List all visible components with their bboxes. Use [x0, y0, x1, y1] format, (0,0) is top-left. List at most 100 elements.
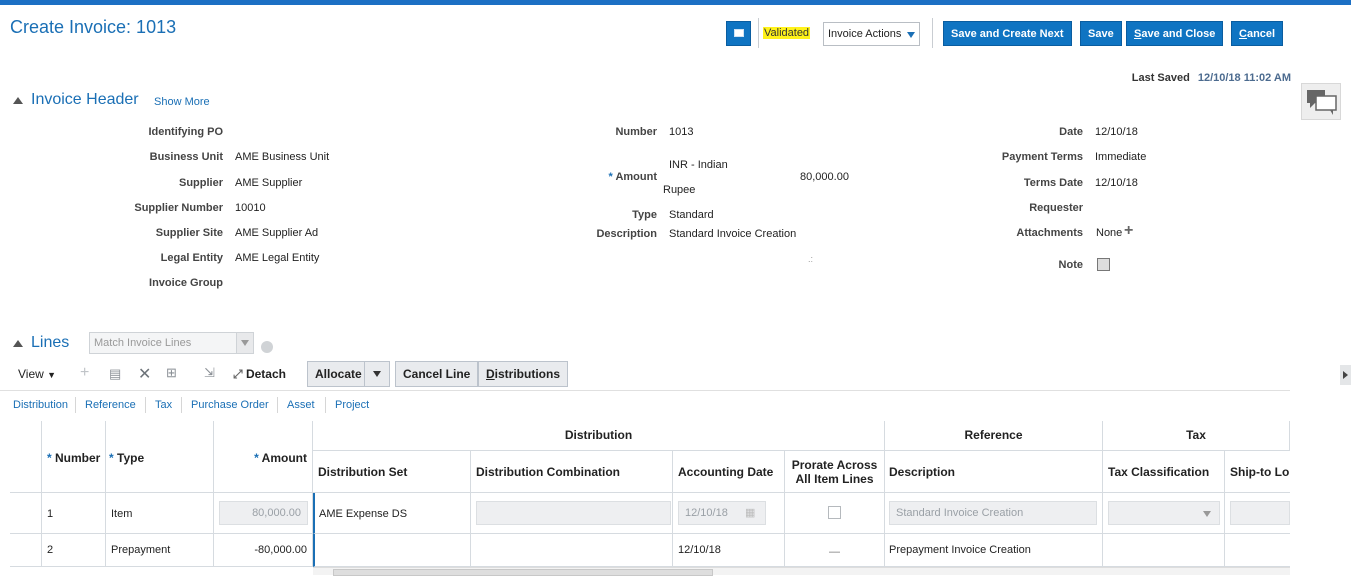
ship-to-input[interactable] [1230, 501, 1290, 525]
col-tax-classification-header[interactable]: Tax Classification [1103, 451, 1225, 493]
panel-icon [734, 29, 744, 37]
add-row-icon[interactable]: + [80, 364, 89, 382]
view-menu[interactable]: View ▼ [18, 367, 56, 381]
label-invoice-group: Invoice Group [149, 277, 223, 289]
col-prorate-label-1: Prorate Across [791, 458, 878, 472]
cell-tax-classification [1103, 534, 1225, 567]
go-icon[interactable] [261, 341, 273, 353]
tab-reference[interactable]: Reference [85, 399, 136, 411]
label-supplier-number: Supplier Number [134, 202, 223, 214]
col-number-header[interactable]: * Number [42, 421, 106, 493]
label-number: Number [615, 126, 657, 138]
collapse-header-icon[interactable] [13, 97, 23, 104]
cell-description: Prepayment Invoice Creation [885, 534, 1103, 567]
distributions-button[interactable]: Distributions [478, 361, 569, 387]
tax-classification-select[interactable] [1108, 501, 1220, 525]
top-accent-bar [0, 0, 1351, 5]
save-and-close-button[interactable]: Save and Close [1126, 21, 1224, 46]
value-supplier-site: AME Supplier Ad [235, 227, 319, 239]
description-input[interactable]: Standard Invoice Creation [889, 501, 1097, 525]
last-saved-value: 12/10/18 11:02 AM [1197, 72, 1291, 84]
cell-description: Standard Invoice Creation [885, 493, 1103, 534]
label-requester: Requester [1029, 202, 1083, 214]
edit-note-icon[interactable] [1097, 258, 1110, 271]
col-number-label: Number [55, 451, 101, 465]
col-accounting-date-header[interactable]: Accounting Date [673, 451, 785, 493]
amount-label-text: Amount [615, 171, 657, 183]
group-tax-header: Tax [1103, 421, 1290, 451]
cancel-line-button[interactable]: Cancel Line [395, 361, 479, 387]
tab-purchase-order[interactable]: Purchase Order [191, 399, 269, 411]
cell-accounting-date: 12/10/18 [673, 534, 785, 567]
group-reference-header: Reference [885, 421, 1103, 451]
view-toggle-button[interactable] [726, 21, 751, 46]
chevron-down-icon [373, 371, 381, 377]
label-note: Note [1058, 259, 1083, 271]
required-marker: * [109, 451, 118, 465]
horizontal-scrollbar[interactable] [313, 567, 1290, 576]
col-distribution-combination-header[interactable]: Distribution Combination [471, 451, 673, 493]
description-value: Prepayment Invoice Creation [889, 544, 1031, 556]
row-number-value: 1 [47, 508, 54, 520]
lines-column-group-tabs: Distribution Reference Tax Purchase Orde… [0, 390, 1290, 420]
duplicate-icon[interactable]: ▤ [109, 366, 121, 382]
match-invoice-lines-placeholder: Match Invoice Lines [94, 337, 192, 349]
cell-type: Prepayment [106, 534, 214, 567]
add-attachment-icon[interactable]: + [1124, 222, 1133, 240]
page-title: Create Invoice: 1013 [10, 17, 177, 37]
expand-panel-handle[interactable] [1340, 365, 1351, 385]
group-distribution-header: Distribution [313, 421, 885, 451]
row-selector[interactable] [10, 493, 42, 534]
prorate-checkbox[interactable] [828, 506, 841, 519]
detach-icon: ⤢ [233, 367, 243, 381]
collapse-lines-icon[interactable] [13, 340, 23, 347]
match-invoice-lines-select[interactable]: Match Invoice Lines [89, 332, 254, 354]
col-ship-to-label: Ship-to Lo [1230, 465, 1290, 479]
label-supplier-site: Supplier Site [155, 227, 223, 239]
label-supplier: Supplier [178, 177, 223, 189]
invoice-actions-menu[interactable]: Invoice Actions [823, 22, 920, 46]
allocate-button[interactable]: Allocate [307, 361, 370, 387]
distribution-combination-input[interactable] [476, 501, 671, 525]
save-and-create-next-button[interactable]: Save and Create Next [943, 21, 1072, 46]
col-amount-header[interactable]: * Amount [214, 421, 313, 493]
label-business-unit: Business Unit [149, 151, 223, 163]
value-description: Standard Invoice Creation [669, 228, 797, 240]
show-more-link[interactable]: Show More [154, 96, 210, 108]
export-icon[interactable]: ⇲ [204, 365, 215, 381]
delete-icon[interactable]: ✕ [138, 364, 151, 384]
tab-tax[interactable]: Tax [155, 399, 172, 411]
cancel-label: ancel [1246, 28, 1276, 40]
amount-input[interactable]: 80,000.00 [219, 501, 308, 525]
required-marker: * [47, 451, 56, 465]
allocate-menu-button[interactable] [364, 361, 390, 387]
tab-asset[interactable]: Asset [287, 399, 315, 411]
value-supplier: AME Supplier [235, 177, 303, 189]
col-prorate-header[interactable]: Prorate Across All Item Lines [785, 451, 885, 493]
save-button[interactable]: Save [1080, 21, 1122, 46]
col-distribution-set-header[interactable]: Distribution Set [313, 451, 471, 493]
resize-grip-icon[interactable]: .: [808, 254, 813, 264]
distributions-label: istributions [494, 367, 561, 381]
label-amount: * Amount [497, 171, 657, 183]
calendar-icon[interactable]: ▦ [745, 506, 755, 519]
label-legal-entity: Legal Entity [160, 252, 223, 264]
comment-panel-button[interactable] [1301, 83, 1341, 120]
row-selector[interactable] [10, 534, 42, 567]
tab-project[interactable]: Project [335, 399, 369, 411]
invoice-actions-label: Invoice Actions [828, 28, 902, 40]
col-description-header[interactable]: Description [885, 451, 1103, 493]
col-ship-to-header[interactable]: Ship-to Lo [1225, 451, 1290, 493]
value-supplier-number: 10010 [235, 202, 266, 214]
label-identifying-po: Identifying PO [148, 126, 223, 138]
cell-distribution-set: AME Expense DS [313, 493, 471, 534]
detach-button[interactable]: ⤢ Detach [233, 367, 286, 382]
tab-distribution[interactable]: Distribution [13, 399, 68, 411]
label-type: Type [632, 209, 657, 221]
cancel-button[interactable]: Cancel [1231, 21, 1284, 46]
split-icon[interactable]: ⊞ [166, 365, 177, 381]
col-type-header[interactable]: * Type [106, 421, 214, 493]
save-and-close-label: ave and Close [1141, 28, 1216, 40]
col-prorate-label-2: All Item Lines [795, 472, 874, 486]
invoice-header-title: Invoice Header [31, 91, 139, 108]
